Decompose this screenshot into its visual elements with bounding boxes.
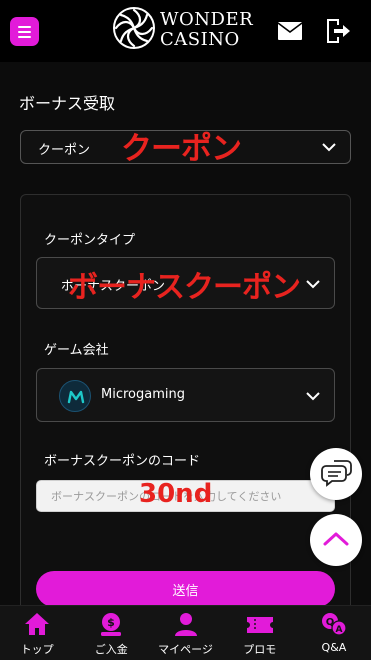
chat-icon (321, 460, 352, 487)
logout-icon[interactable] (324, 18, 351, 44)
hamburger-icon-line (18, 36, 31, 38)
mail-icon[interactable] (277, 21, 303, 41)
tab-label: プロモ (243, 643, 277, 656)
microgaming-m-icon (67, 390, 85, 404)
chevron-down-icon (306, 392, 320, 401)
game-provider-label: ゲーム会社 (44, 343, 109, 358)
app-header: WONDER CASINO (0, 0, 371, 62)
coupon-code-label: ボーナスクーポンのコード (44, 454, 201, 469)
wonder-casino-logo[interactable]: WONDER CASINO (112, 4, 262, 50)
tab-qa[interactable]: Q A Q&A (297, 606, 371, 660)
menu-button[interactable] (10, 17, 39, 46)
select-annotation: クーポン (121, 131, 242, 167)
bottom-tab-bar: トップ $ ご入金 マイページ プロモ Q A Q&A (0, 605, 371, 660)
home-icon (25, 613, 50, 635)
scroll-to-top-button[interactable] (310, 514, 362, 566)
submit-button[interactable]: 送信 (36, 571, 335, 607)
tab-label: Q&A (321, 641, 347, 654)
tab-label: ご入金 (94, 643, 128, 656)
hamburger-icon (18, 26, 31, 28)
chevron-up-icon (323, 532, 349, 546)
bonus-type-value: クーポン (38, 143, 91, 158)
svg-text:A: A (335, 625, 342, 635)
microgaming-logo-icon (59, 380, 91, 412)
chevron-down-icon (322, 143, 336, 152)
tab-deposit[interactable]: $ ご入金 (74, 606, 148, 660)
chevron-down-icon (306, 280, 320, 289)
coupon-type-annotation: ボーナスクーポン (68, 270, 301, 305)
logo-text-line2: CASINO (160, 29, 240, 50)
coupon-type-label: クーポンタイプ (44, 233, 136, 248)
deposit-icon: $ (101, 613, 122, 636)
tab-promo[interactable]: プロモ (223, 606, 297, 660)
coupon-code-annotation: 30nd (139, 479, 213, 509)
ticket-icon (246, 617, 273, 633)
logo-text-line1: WONDER (160, 9, 254, 30)
logo-text: WONDER CASINO (160, 10, 253, 50)
game-provider-select[interactable]: Microgaming (36, 368, 335, 422)
user-icon (174, 613, 197, 636)
tab-top[interactable]: トップ (0, 606, 74, 660)
tab-mypage[interactable]: マイページ (148, 606, 222, 660)
logo-emblem-icon (113, 7, 155, 49)
page-title: ボーナス受取 (19, 94, 116, 113)
hamburger-icon-line (18, 31, 31, 33)
svg-text:$: $ (107, 616, 115, 629)
faq-icon: Q A (321, 613, 347, 636)
chat-button[interactable] (310, 448, 362, 500)
tab-label: マイページ (158, 643, 213, 656)
tab-label: トップ (20, 643, 54, 656)
game-provider-value: Microgaming (101, 387, 185, 402)
